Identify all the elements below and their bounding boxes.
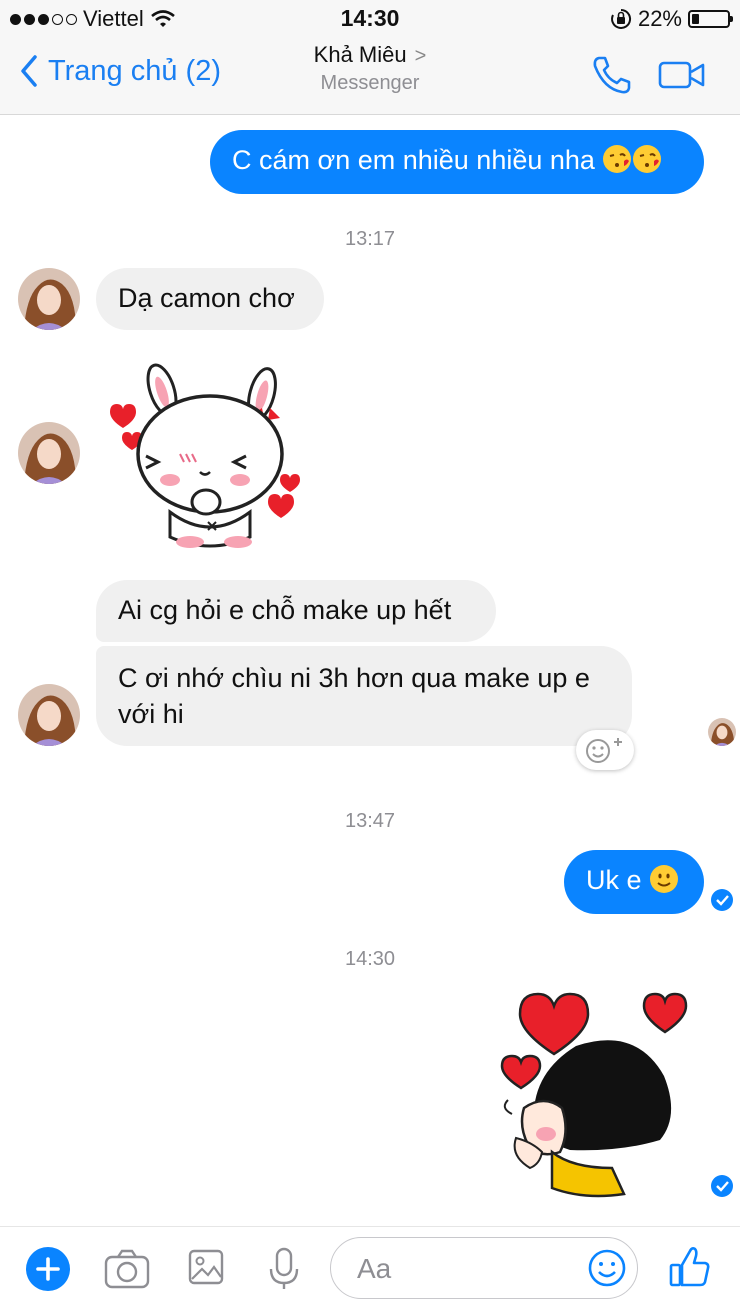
phone-call-button[interactable] [590, 54, 632, 101]
camera-button[interactable] [104, 1249, 150, 1294]
plus-icon [26, 1247, 70, 1291]
timestamp: 13:17 [344, 228, 396, 250]
chevron-right-icon: > [414, 45, 427, 67]
voice-button[interactable] [268, 1247, 300, 1296]
message-text: C cám ơn em nhiều nhiều nha [232, 145, 595, 175]
message-text: Dạ camon chơ [118, 283, 295, 313]
outgoing-message[interactable]: C cám ơn em nhiều nhiều nha [210, 130, 704, 194]
timestamp: 14:30 [344, 948, 396, 970]
image-icon [188, 1249, 224, 1285]
microphone-icon [269, 1247, 299, 1289]
seen-by-avatar [708, 718, 736, 746]
read-receipt-icon [711, 889, 733, 911]
phone-icon [593, 56, 631, 94]
kissing-face-emoji-icon [603, 145, 632, 173]
like-thumb-icon [669, 1247, 710, 1287]
gallery-button[interactable] [188, 1249, 224, 1290]
status-bar: Viettel 14:30 22% [0, 0, 740, 36]
contact-name: Khả Miêu [313, 42, 407, 67]
more-actions-button[interactable] [26, 1247, 70, 1296]
status-right: 22% [610, 6, 733, 32]
timestamp: 13:47 [344, 810, 396, 832]
battery-icon [688, 10, 733, 28]
read-receipt-icon [711, 1175, 733, 1197]
message-input[interactable] [355, 1250, 579, 1288]
message-text: Uk e [586, 865, 642, 895]
slight-smile-emoji-icon [650, 865, 679, 893]
video-camera-icon [658, 61, 705, 89]
message-text: Ai cg hỏi e chỗ make up hết [118, 595, 452, 625]
camera-icon [104, 1249, 150, 1289]
girl-hearts-sticker[interactable] [496, 988, 696, 1198]
video-call-button[interactable] [658, 60, 706, 95]
bunny-sticker[interactable] [100, 362, 300, 552]
message-composer [0, 1226, 740, 1315]
incoming-message[interactable]: C ơi nhớ chìu ni 3h hơn qua make up e vớ… [96, 646, 632, 746]
add-reaction-icon [586, 738, 622, 763]
battery-percent: 22% [637, 6, 682, 31]
conversation-header: Trang chủ (2) Khả Miêu > Messenger [0, 36, 740, 115]
incoming-message[interactable]: Ai cg hỏi e chỗ make up hết [96, 580, 496, 642]
message-input-box[interactable] [330, 1237, 638, 1299]
orientation-lock-icon [611, 8, 631, 29]
message-text: C ơi nhớ chìu ni 3h hơn qua make up e vớ… [118, 663, 590, 729]
outgoing-message[interactable]: Uk e [564, 850, 704, 914]
contact-avatar[interactable] [18, 422, 80, 484]
add-reaction-button[interactable] [576, 730, 634, 770]
contact-avatar[interactable] [18, 268, 80, 330]
emoji-icon [588, 1249, 626, 1287]
incoming-message[interactable]: Dạ camon chơ [96, 268, 324, 330]
like-button[interactable] [668, 1245, 712, 1294]
contact-avatar[interactable] [18, 684, 80, 746]
emoji-button[interactable] [587, 1248, 627, 1293]
kissing-face-emoji-icon [633, 145, 662, 173]
